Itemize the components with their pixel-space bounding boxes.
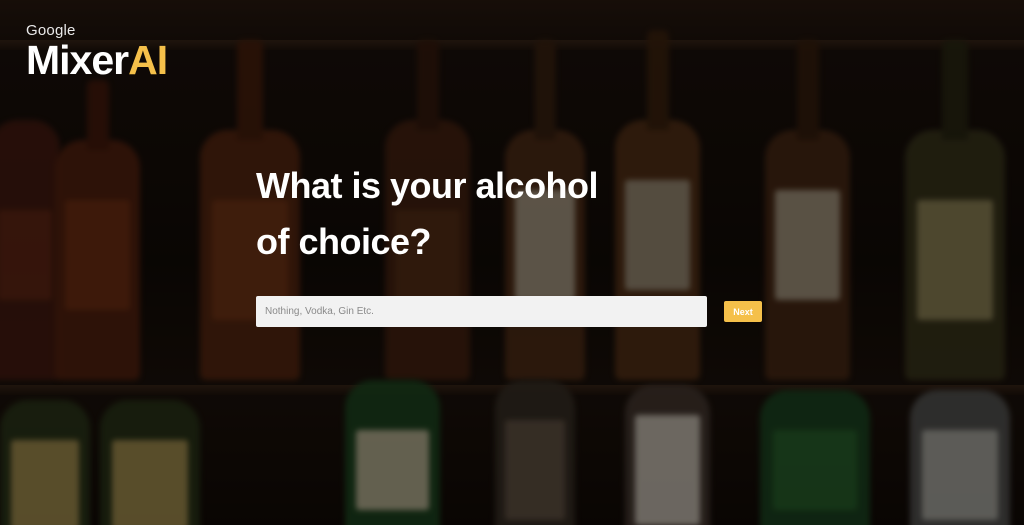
question-heading: What is your alcohol of choice? bbox=[256, 158, 676, 270]
brand-app-name: MixerAI bbox=[26, 37, 168, 83]
brand-app-name-accent: AI bbox=[128, 37, 168, 83]
alcohol-input[interactable] bbox=[256, 296, 707, 327]
question-line-1: What is your alcohol bbox=[256, 165, 599, 206]
question-line-2: of choice? bbox=[256, 221, 432, 262]
brand-logo: Google MixerAI bbox=[26, 22, 168, 83]
brand-app-name-primary: Mixer bbox=[26, 37, 129, 83]
next-button[interactable]: Next bbox=[724, 301, 762, 322]
